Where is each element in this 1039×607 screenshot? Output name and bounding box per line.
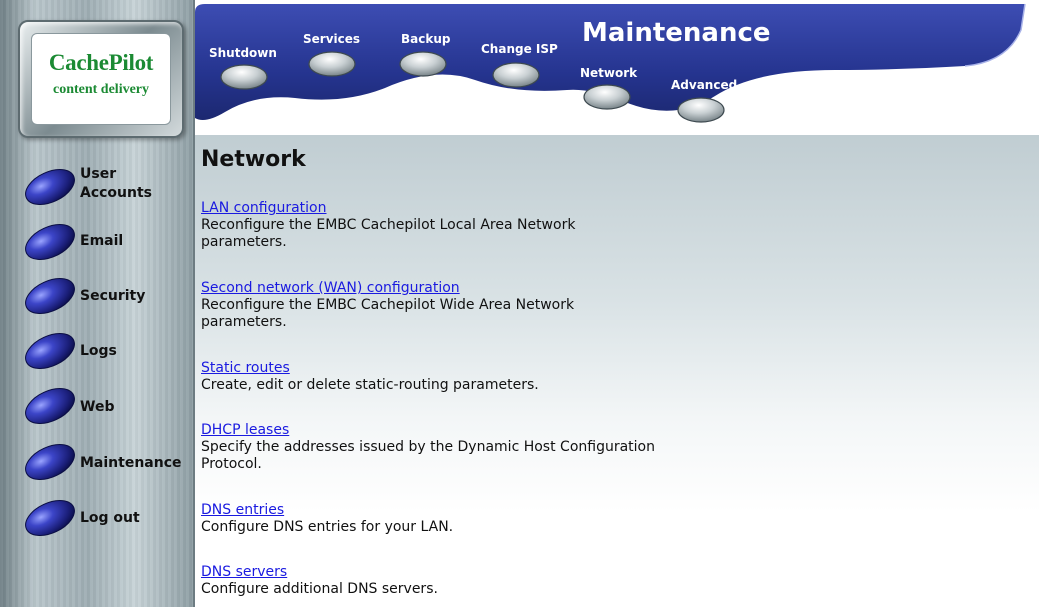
oval-button-icon [399,51,447,77]
sidebar-item-label: Email [80,233,124,249]
logo: CachePilot content delivery [31,33,171,125]
sidebar-item-label: Accounts [80,185,153,201]
static-routes-link[interactable]: Static routes [201,360,721,377]
tab-label: Advanced [671,78,738,92]
orb-button-icon [25,388,75,424]
sidebar-item-label: Web [80,399,115,415]
orb-button-icon [25,500,75,536]
entry-description: parameters. [201,234,287,250]
tab-label: Shutdown [209,46,277,60]
sidebar-item-logs[interactable]: Logs [22,329,192,373]
orb-button-icon [25,169,75,205]
oval-button-icon [492,62,540,88]
entry-description: Protocol. [201,456,262,472]
tab-label: Change ISP [481,42,558,56]
lan-configuration-link[interactable]: LAN configuration [201,200,721,217]
dns-servers-link[interactable]: DNS servers [201,564,721,581]
list-item: DNS servers Configure additional DNS ser… [201,564,721,598]
sidebar-item-user-accounts[interactable]: User Accounts [22,165,192,209]
entry-description: Specify the addresses issued by the Dyna… [201,439,655,455]
tab-label: Backup [401,32,451,46]
main-content: Network LAN configuration Reconfigure th… [195,135,1039,607]
header-banner: Shutdown Services Backup Change ISP Netw… [195,0,1039,135]
list-item: Static routes Create, edit or delete sta… [201,360,721,394]
entry-description: Configure DNS entries for your LAN. [201,519,454,535]
orb-button-icon [25,444,75,480]
entry-description: Reconfigure the EMBC Cachepilot Local Ar… [201,217,576,233]
sidebar-item-email[interactable]: Email [22,220,192,264]
list-item: DHCP leases Specify the addresses issued… [201,422,721,473]
sidebar-item-security[interactable]: Security [22,274,192,318]
header-title: Maintenance [582,18,771,48]
dhcp-leases-link[interactable]: DHCP leases [201,422,721,439]
sidebar: CachePilot content delivery User Account… [0,0,195,607]
logo-frame: CachePilot content delivery [18,20,184,138]
sidebar-item-label: Security [80,288,146,304]
sidebar-item-label: Maintenance [80,455,182,471]
dns-entries-link[interactable]: DNS entries [201,502,721,519]
tab-label: Network [580,66,638,80]
entry-description: Create, edit or delete static-routing pa… [201,377,539,393]
oval-button-icon [677,97,725,123]
tab-label: Services [303,32,361,46]
logo-subtitle: content delivery [52,82,150,97]
list-item: LAN configuration Reconfigure the EMBC C… [201,200,721,251]
list-item: DNS entries Configure DNS entries for yo… [201,502,721,536]
oval-button-icon [220,64,268,90]
page-title: Network [201,147,306,172]
orb-button-icon [25,278,75,314]
oval-button-icon [308,51,356,77]
logo-title: CachePilot [48,50,154,75]
sidebar-item-log-out[interactable]: Log out [22,496,192,540]
sidebar-item-label: User [80,166,117,182]
entry-description: parameters. [201,314,287,330]
orb-button-icon [25,224,75,260]
sidebar-item-maintenance[interactable]: Maintenance [22,440,192,484]
sidebar-item-web[interactable]: Web [22,384,192,428]
oval-button-icon [583,84,631,110]
entry-description: Configure additional DNS servers. [201,581,438,597]
wan-configuration-link[interactable]: Second network (WAN) configuration [201,280,721,297]
entry-description: Reconfigure the EMBC Cachepilot Wide Are… [201,297,575,313]
sidebar-item-label: Logs [80,343,117,359]
sidebar-item-label: Log out [80,510,140,526]
orb-button-icon [25,333,75,369]
list-item: Second network (WAN) configuration Recon… [201,280,721,331]
